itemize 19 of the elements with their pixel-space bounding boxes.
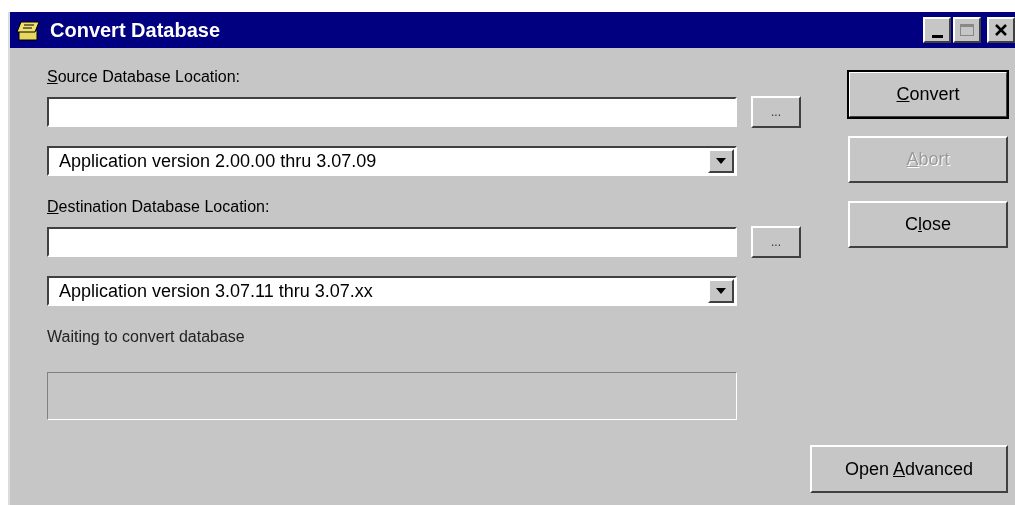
- status-text: Waiting to convert database: [47, 328, 246, 347]
- close-icon: [994, 23, 1008, 37]
- version-dropdown[interactable]: Application version 3.07.11 thru 3.07.xx: [47, 276, 737, 306]
- window-title: Convert Database: [50, 18, 222, 42]
- field-label: Source Database Location:: [47, 68, 241, 87]
- dialog-button[interactable]: Close: [848, 201, 1008, 248]
- minimize-button[interactable]: [923, 17, 951, 43]
- close-button[interactable]: [987, 17, 1015, 43]
- path-field[interactable]: [47, 227, 737, 257]
- browse-button[interactable]: ...: [751, 96, 801, 128]
- path-field[interactable]: [47, 97, 737, 127]
- field-label: Destination Database Location:: [47, 198, 271, 217]
- version-dropdown[interactable]: Application version 2.00.00 thru 3.07.09: [47, 146, 737, 176]
- open-advanced-button[interactable]: Open Advanced: [810, 445, 1008, 493]
- dropdown-arrow-icon: [716, 158, 726, 164]
- dialog-button[interactable]: Convert: [848, 71, 1008, 118]
- dropdown-arrow-icon: [716, 288, 726, 294]
- browse-button[interactable]: ...: [751, 226, 801, 258]
- notepad-icon: [16, 18, 42, 42]
